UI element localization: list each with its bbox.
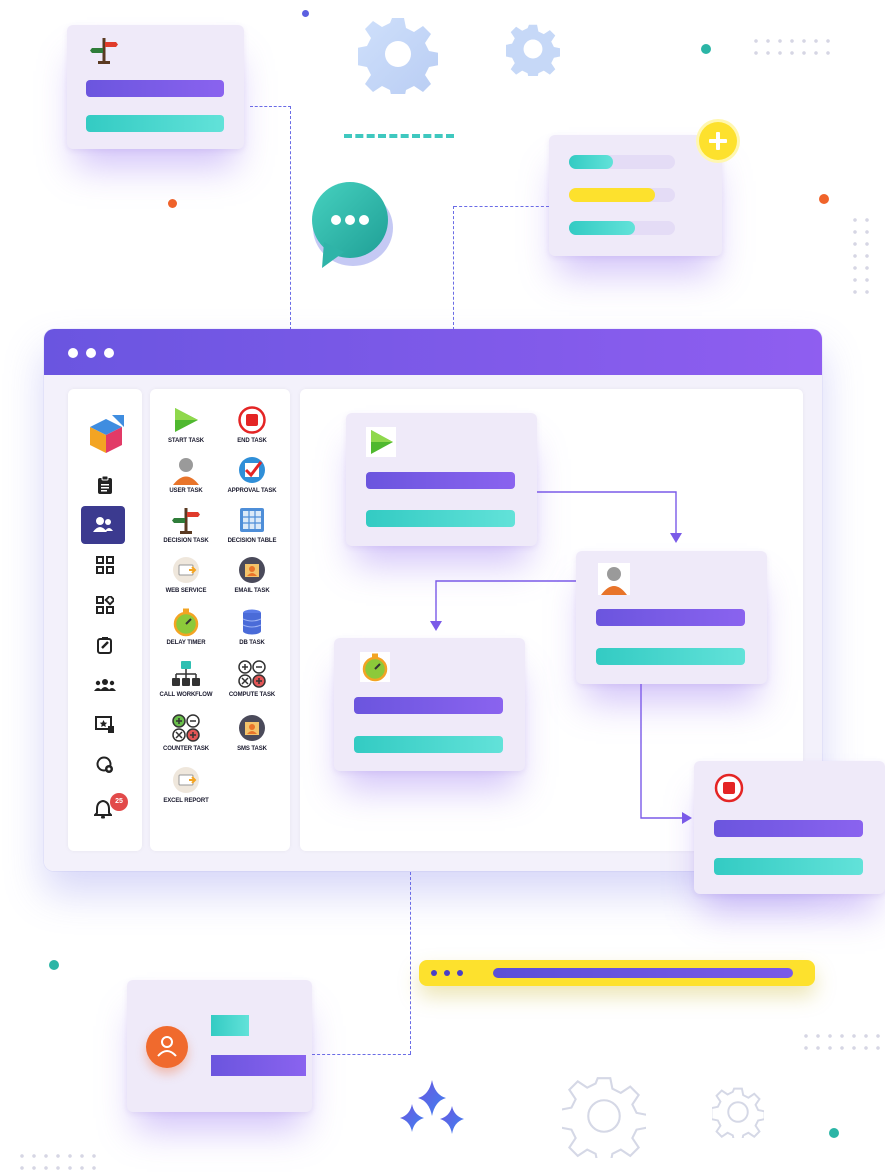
workflow-node-user[interactable] <box>576 551 767 684</box>
placeholder-bar <box>714 858 863 875</box>
status-dot <box>431 970 437 976</box>
status-bar <box>419 960 815 986</box>
placeholder-bar <box>366 510 515 527</box>
placeholder-bar <box>596 648 745 665</box>
placeholder-bar <box>714 820 863 837</box>
placeholder-bar <box>596 609 745 626</box>
status-dot <box>444 970 450 976</box>
stopwatch-icon <box>360 652 390 682</box>
placeholder-bar <box>354 736 503 753</box>
profile-card <box>127 980 312 1112</box>
status-fill <box>493 968 793 978</box>
placeholder-bar <box>211 1015 249 1036</box>
workflow-node-delay[interactable] <box>334 638 525 771</box>
user-icon <box>598 563 630 595</box>
placeholder-bar <box>211 1055 306 1076</box>
status-dot <box>457 970 463 976</box>
play-icon <box>366 427 396 457</box>
workflow-node-start[interactable] <box>346 413 537 546</box>
stop-icon <box>714 773 744 803</box>
placeholder-bar <box>354 697 503 714</box>
placeholder-bar <box>366 472 515 489</box>
workflow-node-end[interactable] <box>694 761 885 894</box>
avatar-icon <box>146 1026 188 1068</box>
